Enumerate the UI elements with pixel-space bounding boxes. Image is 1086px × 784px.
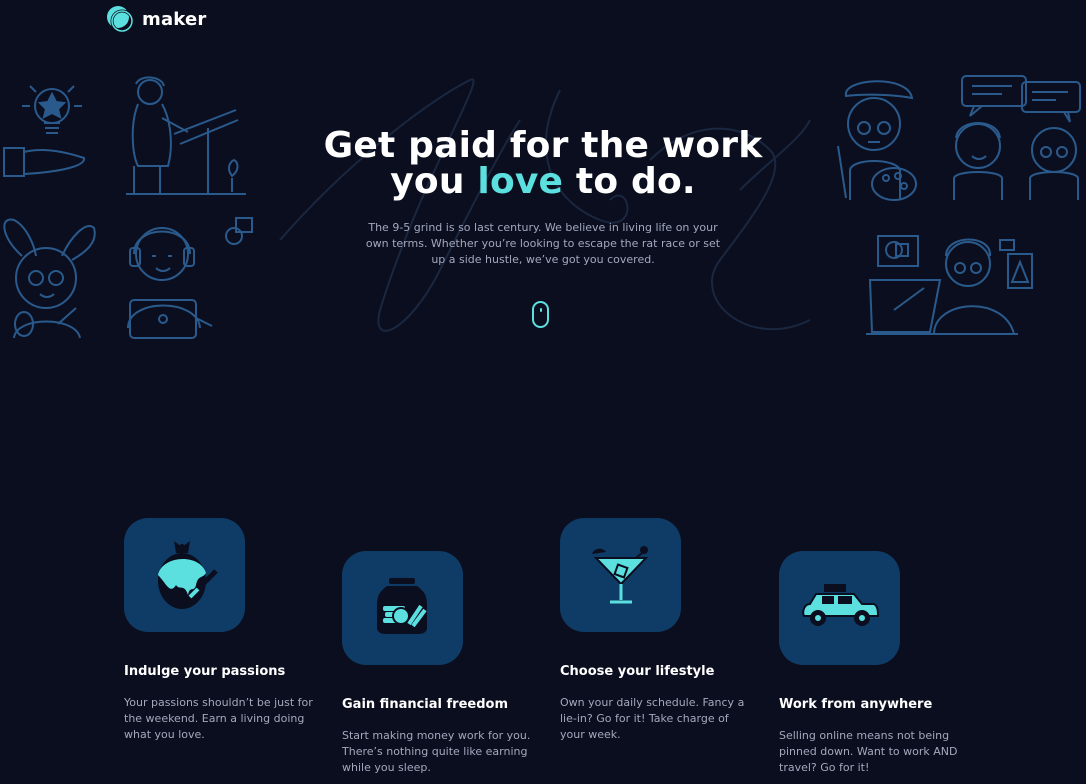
car-icon: [800, 582, 880, 634]
feature-title: Indulge your passions: [124, 664, 286, 679]
feature-card: Work from anywhere Selling online means …: [779, 551, 979, 776]
scroll-down-mouse-icon[interactable]: [532, 301, 549, 328]
brand-name: maker: [142, 8, 207, 30]
maker-logo-icon: [106, 5, 134, 33]
designer-desk-illustration: [864, 230, 1036, 340]
feature-icon-tile: [124, 518, 245, 632]
feature-card: Choose your lifestyle Own your daily sch…: [560, 518, 760, 743]
feature-icon-tile: [560, 518, 681, 632]
painted-egg-icon: [150, 535, 220, 615]
scroll-wheel-dot: [540, 308, 542, 312]
feature-card: Gain financial freedom Start making mone…: [342, 551, 542, 776]
hero-title-accent: love: [477, 161, 564, 202]
feature-card: Indulge your passions Your passions shou…: [124, 518, 324, 743]
lightbulb-hand-illustration: [0, 76, 92, 186]
shapes-decoration: [222, 216, 256, 246]
painter-illustration: [832, 74, 922, 202]
hero-description: The 9-5 grind is so last century. We bel…: [365, 221, 721, 266]
bunny-girl-illustration: [0, 216, 100, 342]
hero-title-line1: Get paid for the work: [323, 125, 763, 166]
feature-text: Own your daily schedule. Fancy a lie-in?…: [560, 696, 745, 741]
hero-title-prefix: you: [390, 161, 478, 202]
hero-title-suffix: to do.: [563, 161, 696, 202]
artist-drawing-illustration: [118, 74, 248, 198]
feature-title: Choose your lifestyle: [560, 664, 715, 679]
feature-text: Selling online means not being pinned do…: [779, 729, 958, 774]
feature-text: Your passions shouldn’t be just for the …: [124, 696, 313, 741]
feature-icon-tile: [779, 551, 900, 665]
feature-title: Work from anywhere: [779, 697, 933, 712]
money-jar-icon: [373, 576, 433, 640]
hero-title: Get paid for the work you love to do.: [293, 128, 793, 200]
feature-text: Start making money work for you. There’s…: [342, 729, 531, 774]
feature-icon-tile: [342, 551, 463, 665]
brand-logo[interactable]: maker: [106, 5, 206, 33]
feature-title: Gain financial freedom: [342, 697, 508, 712]
cocktail-icon: [588, 540, 654, 610]
conversation-illustration: [946, 74, 1086, 204]
hero-section: Get paid for the work you love to do. Th…: [293, 128, 793, 268]
headset-laptop-illustration: [118, 218, 216, 342]
